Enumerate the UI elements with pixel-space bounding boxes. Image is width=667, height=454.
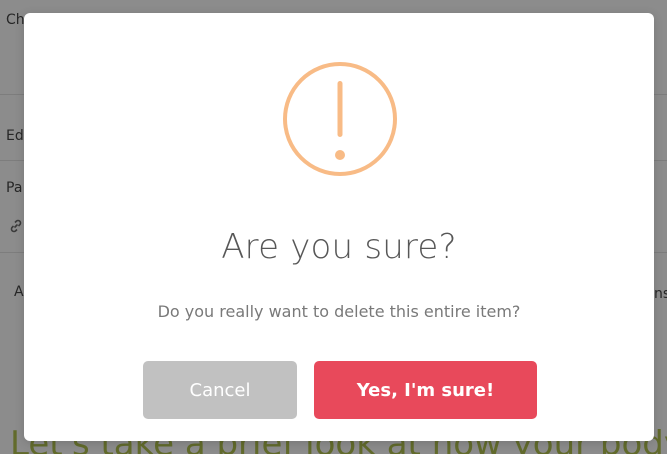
exclamation-circle-icon [282, 61, 398, 177]
confirm-dialog: Are you sure? Do you really want to dele… [24, 13, 654, 441]
dialog-title: Are you sure? [221, 227, 457, 267]
confirm-button[interactable]: Yes, I'm sure! [314, 361, 537, 419]
page: Ch Ed Pa A ns Let's take a brief look at… [0, 0, 667, 454]
dialog-message: Do you really want to delete this entire… [157, 302, 521, 321]
cancel-button[interactable]: Cancel [143, 361, 297, 419]
